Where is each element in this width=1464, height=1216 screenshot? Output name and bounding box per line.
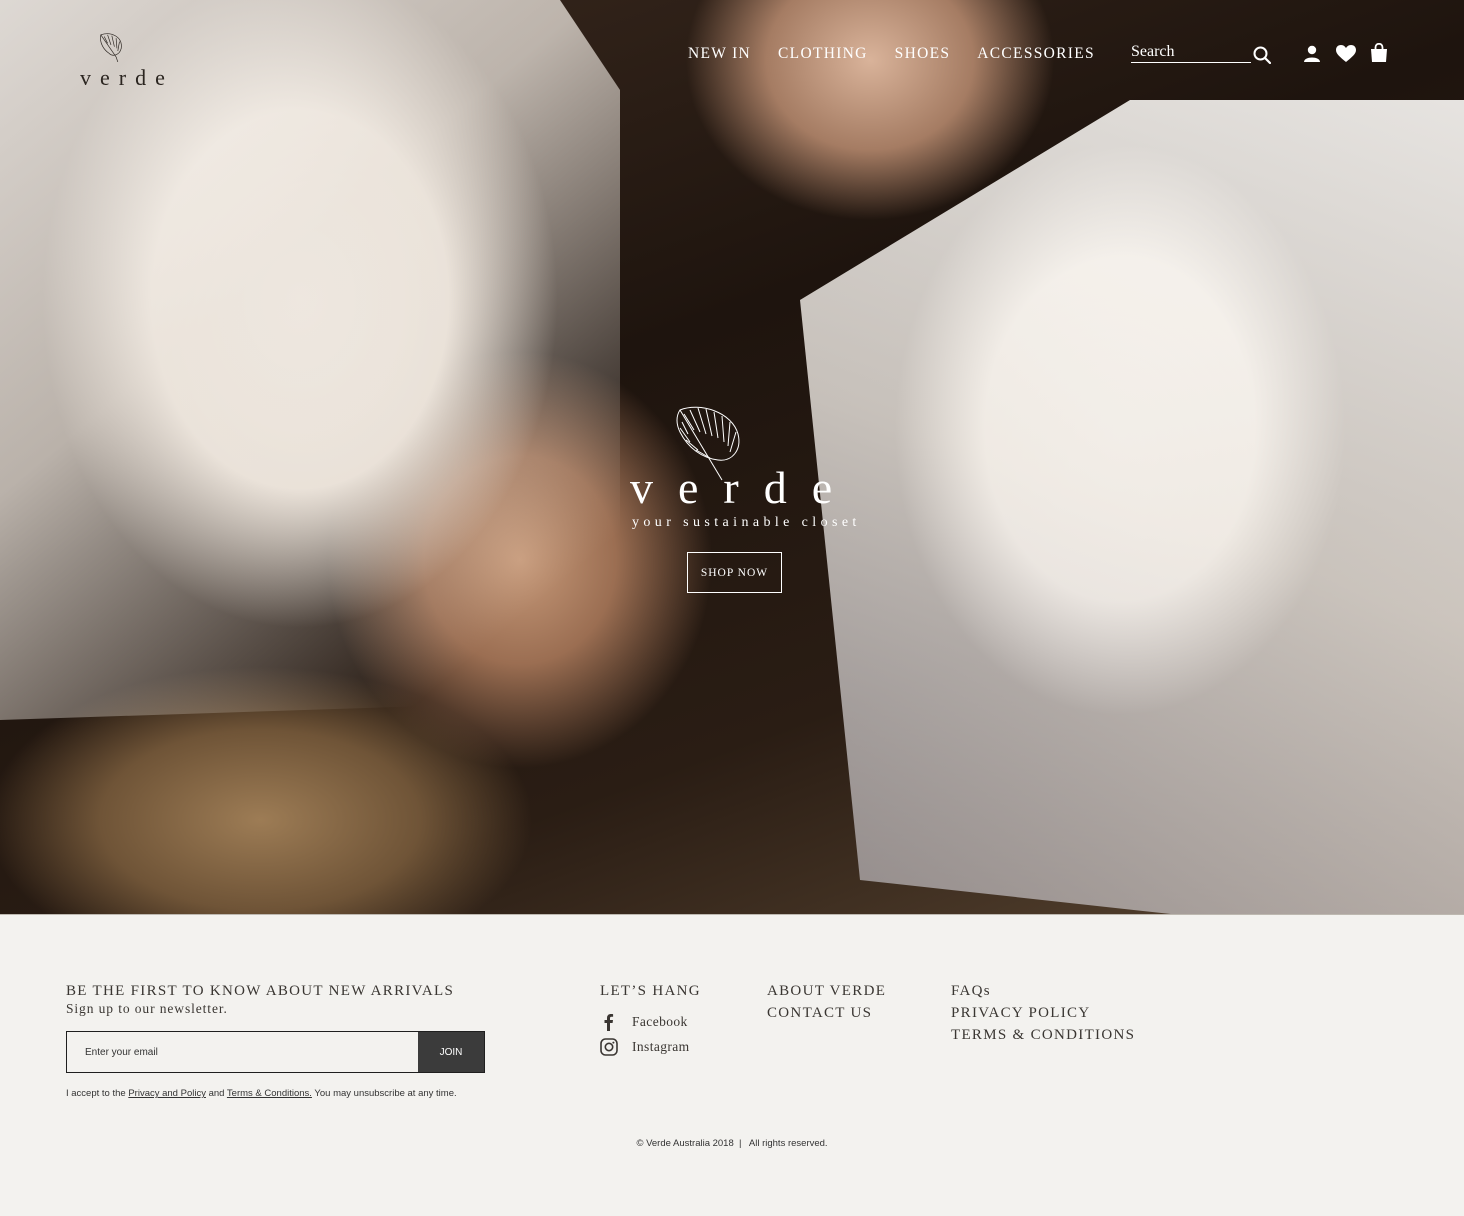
shopping-bag-icon[interactable] xyxy=(1370,43,1388,63)
instagram-label: Instagram xyxy=(632,1039,690,1054)
terms-link[interactable]: Terms & Conditions. xyxy=(227,1088,312,1099)
copyright-text: © Verde Australia 2018 | All rights rese… xyxy=(636,1138,828,1149)
privacy-policy-link[interactable]: Privacy and Policy xyxy=(128,1088,206,1099)
instagram-icon xyxy=(600,1038,618,1056)
newsletter-form: JOIN xyxy=(66,1031,485,1073)
facebook-icon xyxy=(604,1014,614,1031)
hero-tagline: your sustainable closet xyxy=(632,515,861,530)
privacy-policy-footer-link[interactable]: PRIVACY POLICY xyxy=(951,1005,1090,1022)
nav-clothing[interactable]: CLOTHING xyxy=(778,45,868,63)
instagram-link[interactable]: Instagram xyxy=(600,1038,690,1056)
wishlist-heart-icon[interactable] xyxy=(1336,45,1356,63)
facebook-link[interactable]: Facebook xyxy=(600,1013,688,1031)
consent-and: and xyxy=(205,1088,227,1099)
main-nav: NEW IN CLOTHING SHOES ACCESSORIES xyxy=(688,44,1122,64)
social-title: LET’S HANG xyxy=(600,983,701,999)
site-logo[interactable]: verde xyxy=(80,28,180,90)
hero-photo-right xyxy=(800,100,1464,915)
shop-now-button[interactable]: SHOP NOW xyxy=(687,552,782,593)
facebook-label: Facebook xyxy=(632,1014,688,1029)
about-verde-link[interactable]: ABOUT VERDE xyxy=(767,983,886,1000)
hero-banner: verde NEW IN CLOTHING SHOES ACCESSORIES … xyxy=(0,0,1464,915)
consent-prefix: I accept to the xyxy=(66,1088,129,1099)
leaf-logo-icon xyxy=(100,33,122,62)
consent-text: I accept to the Privacy and Policy and T… xyxy=(66,1088,457,1099)
consent-suffix: You may unsubscribe at any time. xyxy=(311,1088,457,1099)
account-icon[interactable] xyxy=(1303,45,1321,63)
newsletter-title: BE THE FIRST TO KNOW ABOUT NEW ARRIVALS xyxy=(66,983,455,999)
contact-us-link[interactable]: CONTACT US xyxy=(767,1005,872,1022)
nav-shoes[interactable]: SHOES xyxy=(895,45,951,63)
terms-conditions-footer-link[interactable]: TERMS & CONDITIONS xyxy=(951,1027,1135,1044)
logo-wordmark: verde xyxy=(80,65,174,90)
search-icon[interactable] xyxy=(1253,46,1271,64)
faqs-link[interactable]: FAQs xyxy=(951,983,991,1000)
nav-new-in[interactable]: NEW IN xyxy=(688,45,751,63)
email-field[interactable] xyxy=(67,1032,418,1072)
search-input[interactable] xyxy=(1131,42,1251,63)
join-button[interactable]: JOIN xyxy=(418,1032,484,1072)
site-footer: BE THE FIRST TO KNOW ABOUT NEW ARRIVALS … xyxy=(0,915,1464,1216)
hero-brand-name: verde xyxy=(630,462,858,513)
hero-photo-left xyxy=(0,0,620,720)
nav-accessories[interactable]: ACCESSORIES xyxy=(977,45,1095,63)
newsletter-subtitle: Sign up to our newsletter. xyxy=(66,1001,228,1016)
